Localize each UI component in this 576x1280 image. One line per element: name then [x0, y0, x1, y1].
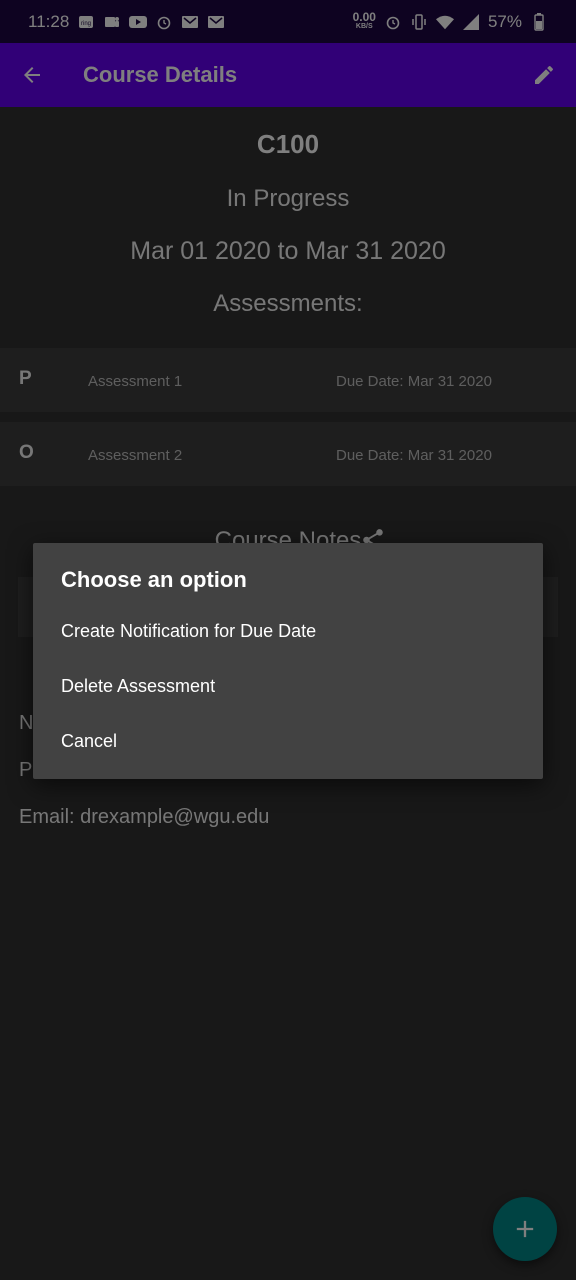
cancel-option[interactable]: Cancel — [33, 714, 543, 769]
options-dialog: Choose an option Create Notification for… — [33, 543, 543, 779]
create-notification-option[interactable]: Create Notification for Due Date — [33, 604, 543, 659]
delete-assessment-option[interactable]: Delete Assessment — [33, 659, 543, 714]
dialog-title: Choose an option — [61, 567, 247, 592]
